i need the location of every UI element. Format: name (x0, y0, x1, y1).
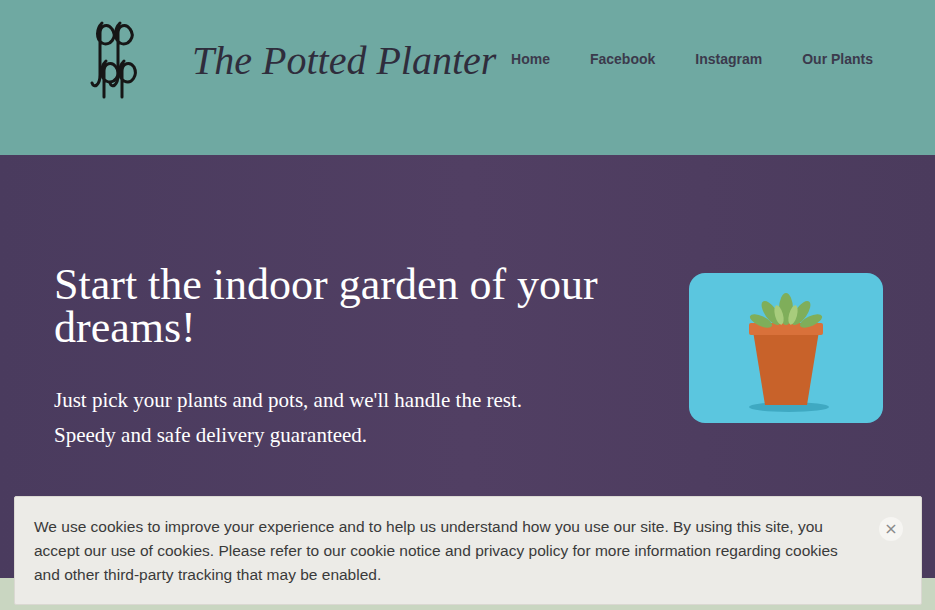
cookie-banner: We use cookies to improve your experienc… (14, 496, 922, 605)
nav-link[interactable]: Our Plants (802, 51, 873, 67)
subtitle-line: Just pick your plants and pots, and we'l… (54, 383, 654, 418)
brand-name[interactable]: The Potted Planter (192, 37, 496, 84)
potted-succulent-icon (731, 283, 841, 413)
monogram-logo-icon (88, 19, 140, 101)
close-button[interactable]: × (879, 517, 903, 541)
hero-subtitle: Just pick your plants and pots, and we'l… (54, 383, 654, 453)
cookie-text: We use cookies to improve your experienc… (34, 515, 865, 587)
hero-text: Start the indoor garden of your dreams! … (54, 263, 654, 453)
nav-link[interactable]: Home (511, 51, 550, 67)
site-header: The Potted Planter Home Facebook Instagram… (0, 0, 935, 155)
nav-link[interactable]: Instagram (695, 51, 762, 67)
subtitle-line: Speedy and safe delivery guaranteed. (54, 418, 654, 453)
hero-title: Start the indoor garden of your dreams! (54, 263, 654, 349)
logo[interactable]: The Potted Planter (88, 19, 496, 101)
nav-link[interactable]: Facebook (590, 51, 655, 67)
main-nav: Home Facebook Instagram Our Plants (511, 19, 873, 99)
hero-image (689, 273, 883, 423)
page: The Potted Planter Home Facebook Instagram… (0, 0, 935, 610)
